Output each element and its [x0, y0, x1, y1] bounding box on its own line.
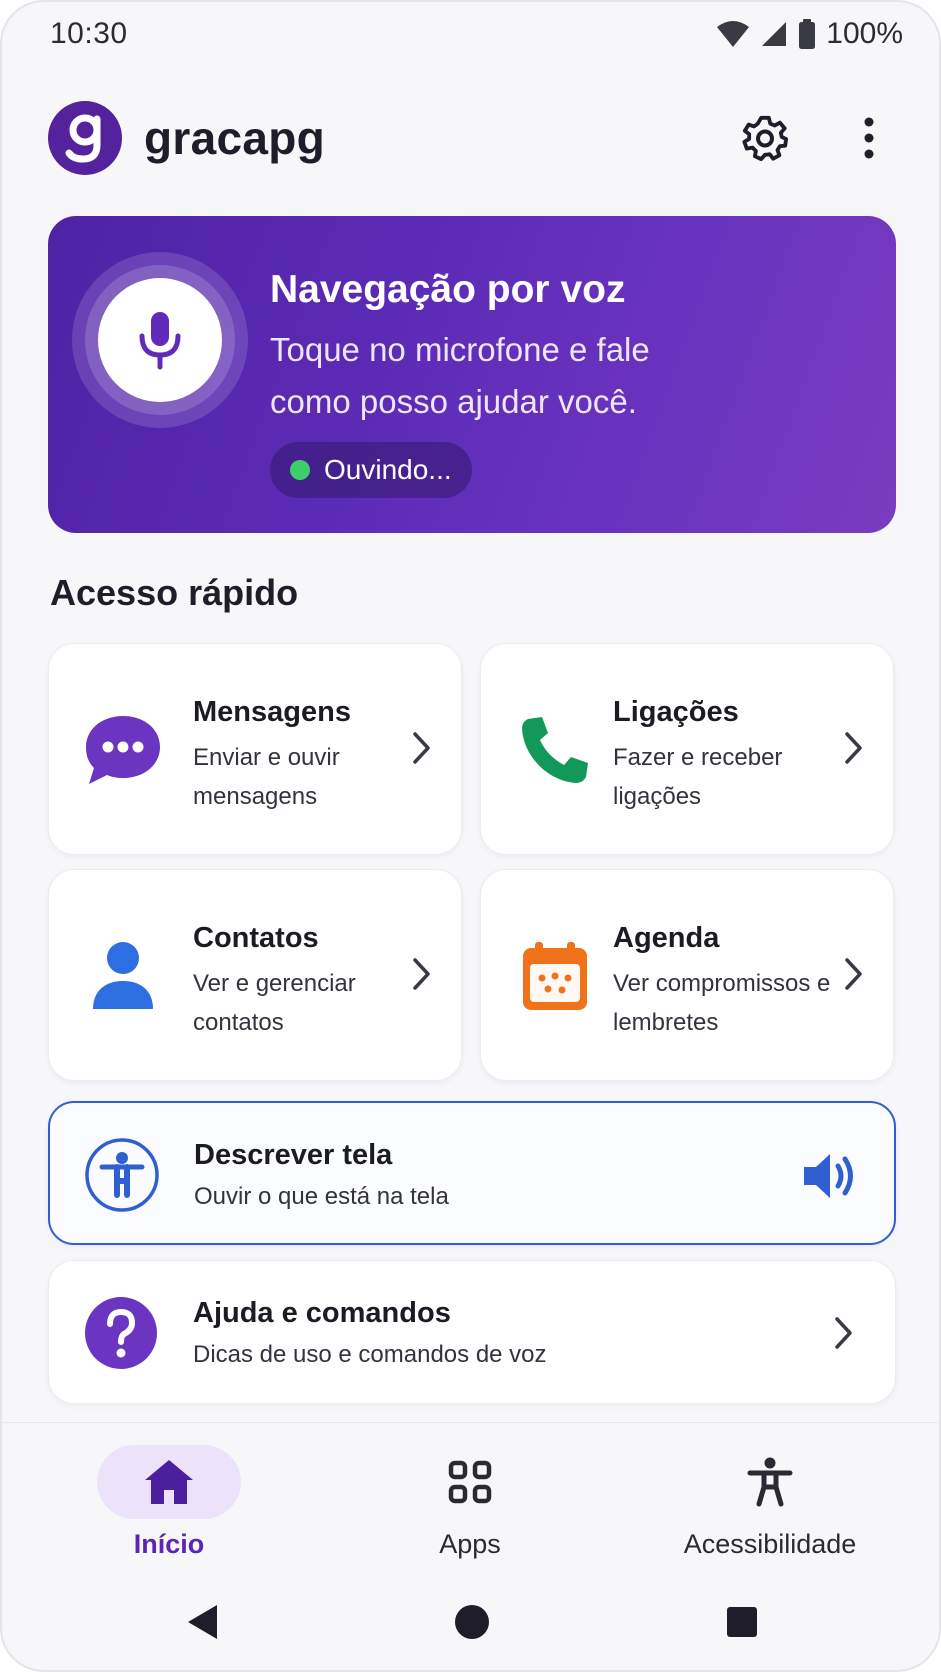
card-subtitle: Fazer e receber ligações	[613, 744, 783, 810]
phone-icon	[522, 717, 588, 783]
status-bar: 10:30 100%	[2, 2, 939, 66]
phone-screen: 10:30 100% gracapg Navegação por voz Toq…	[0, 0, 941, 1672]
logo-g-icon	[65, 114, 101, 163]
card-agenda[interactable]: Agenda Ver compromissos e lembretes	[480, 869, 894, 1081]
card-title: Ligações	[613, 696, 739, 728]
app-header: gracapg	[48, 98, 899, 178]
microphone-icon	[139, 312, 181, 370]
describe-screen-subtitle: Ouvir o que está na tela	[194, 1183, 449, 1210]
header-actions	[735, 108, 899, 168]
battery-icon	[799, 19, 816, 49]
system-back-button[interactable]	[172, 1592, 232, 1652]
system-recents-button[interactable]	[712, 1592, 772, 1652]
voice-title: Navegação por voz	[270, 268, 626, 311]
microphone-button[interactable]	[98, 278, 222, 402]
card-ligacoes[interactable]: Ligações Fazer e receber ligações	[480, 643, 894, 855]
voice-description: Toque no microfone e fale como posso aju…	[270, 331, 650, 420]
accessibility-icon	[85, 1138, 159, 1212]
card-title: Contatos	[193, 922, 319, 954]
home-circle-icon	[455, 1605, 489, 1639]
accessibility-person-icon	[747, 1457, 793, 1507]
nav-label: Acessibilidade	[683, 1529, 857, 1559]
card-subtitle: Enviar e ouvir mensagens	[193, 744, 340, 810]
chevron-right-icon	[845, 958, 862, 990]
listening-status: Ouvindo...	[270, 442, 472, 498]
nav-inicio[interactable]: Início	[39, 1445, 299, 1565]
chevron-right-icon	[845, 732, 862, 764]
help-card[interactable]: Ajuda e comandos Dicas de uso e comandos…	[48, 1260, 896, 1404]
settings-button[interactable]	[735, 108, 795, 168]
chevron-right-icon	[835, 1317, 852, 1349]
signal-icon	[762, 22, 787, 46]
listening-text: Ouvindo...	[324, 454, 452, 485]
speaker-icon[interactable]	[802, 1151, 858, 1201]
status-icons: 100%	[716, 17, 903, 51]
describe-screen-title: Descrever tela	[194, 1139, 393, 1171]
card-subtitle: Ver compromissos e lembretes	[613, 970, 831, 1036]
chevron-right-icon	[413, 732, 430, 764]
person-icon	[93, 942, 153, 1009]
quick-access-title: Acesso rápido	[50, 572, 299, 613]
bottom-navigation: Início Apps Acessibilidade	[2, 1422, 939, 1570]
recents-square-icon	[727, 1607, 757, 1637]
more-vertical-icon	[864, 117, 874, 159]
message-bubble-icon	[86, 716, 160, 784]
listening-dot	[290, 460, 310, 480]
calendar-icon	[523, 942, 587, 1010]
card-contatos[interactable]: Contatos Ver e gerenciar contatos	[48, 869, 462, 1081]
wifi-icon	[717, 21, 750, 47]
nav-label: Apps	[439, 1529, 501, 1559]
nav-apps[interactable]: Apps	[340, 1445, 600, 1565]
chevron-right-icon	[413, 958, 430, 990]
card-subtitle: Ver e gerenciar contatos	[193, 970, 356, 1036]
nav-acessibilidade[interactable]: Acessibilidade	[640, 1445, 900, 1565]
system-navigation	[2, 1570, 939, 1670]
battery-percent: 100%	[826, 17, 903, 50]
card-title: Agenda	[613, 922, 720, 954]
app-name: gracapg	[144, 112, 326, 164]
more-options-button[interactable]	[839, 108, 899, 168]
help-subtitle: Dicas de uso e comandos de voz	[193, 1341, 547, 1368]
help-title: Ajuda e comandos	[193, 1297, 451, 1329]
describe-screen-card[interactable]: Descrever tela Ouvir o que está na tela	[48, 1101, 896, 1245]
status-time: 10:30	[50, 17, 128, 50]
system-home-button[interactable]	[442, 1592, 502, 1652]
apps-grid-icon	[448, 1460, 492, 1504]
mic-halo	[72, 252, 248, 428]
card-mensagens[interactable]: Mensagens Enviar e ouvir mensagens	[48, 643, 462, 855]
settings-gear-icon	[742, 115, 789, 162]
back-triangle-icon	[188, 1605, 217, 1639]
voice-navigation-banner: Navegação por voz Toque no microfone e f…	[48, 216, 896, 533]
question-icon	[85, 1297, 157, 1369]
home-icon	[145, 1460, 193, 1504]
nav-label: Início	[133, 1529, 205, 1559]
card-title: Mensagens	[193, 696, 351, 728]
app-logo	[48, 101, 122, 175]
